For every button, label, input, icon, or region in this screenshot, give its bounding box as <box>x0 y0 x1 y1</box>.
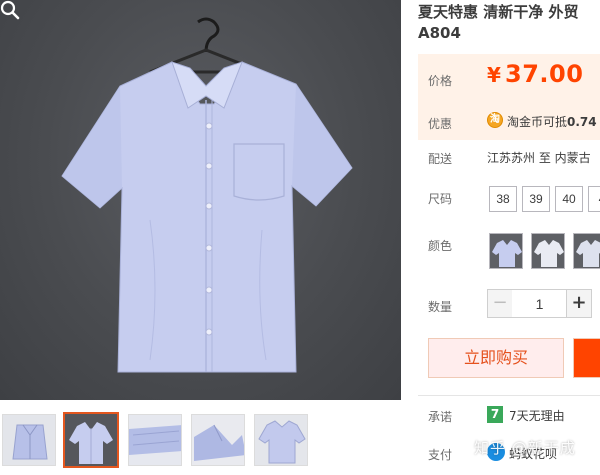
color-swatch-3[interactable] <box>573 233 600 269</box>
zoom-icon[interactable] <box>0 0 20 20</box>
product-title-line2: A804 <box>418 24 461 42</box>
add-to-cart-button[interactable] <box>573 338 600 378</box>
main-product-image[interactable] <box>0 0 401 400</box>
shirt-swatch-icon <box>532 234 564 268</box>
quantity-decrease-button[interactable]: − <box>487 289 513 318</box>
shipping-label: 配送 <box>428 152 453 166</box>
quantity-input[interactable] <box>512 289 567 318</box>
shirt-photo <box>61 17 353 373</box>
shirt-swatch-icon <box>490 234 522 268</box>
thumbnail-1[interactable] <box>2 414 56 466</box>
payment-label: 支付 <box>428 448 453 462</box>
thumbnail-3[interactable] <box>128 414 182 466</box>
promise-text[interactable]: 7天无理由 <box>509 407 565 424</box>
seven-day-return-icon: 7 <box>487 406 503 423</box>
promo-text-prefix: 淘金币可抵 <box>507 115 568 129</box>
price-currency-symbol: ¥ <box>487 63 501 87</box>
size-option-41[interactable]: 4 <box>588 186 600 212</box>
size-label: 尺码 <box>428 192 453 206</box>
fabric-detail-thumb <box>129 415 181 465</box>
buy-now-button[interactable]: 立即购买 <box>428 338 564 378</box>
thumbnail-2[interactable] <box>63 412 119 468</box>
product-title: 夏天特惠 清新干净 外贸 A804 <box>418 2 600 44</box>
color-swatch-1[interactable] <box>489 233 523 269</box>
collar-detail-thumb <box>192 415 244 465</box>
quantity-increase-button[interactable]: + <box>566 289 592 318</box>
size-option-38[interactable]: 38 <box>489 186 517 212</box>
promise-label: 承诺 <box>428 410 453 424</box>
promo-label: 优惠 <box>428 117 453 131</box>
shipping-destination[interactable]: 江苏苏州 至 内蒙古 <box>487 149 591 166</box>
quantity-label: 数量 <box>428 300 453 314</box>
thumbnail-5[interactable] <box>254 414 308 466</box>
product-title-line1: 夏天特惠 清新干净 外贸 <box>418 3 579 21</box>
folded-shirt-thumb <box>3 415 55 465</box>
price-label: 价格 <box>428 74 453 88</box>
shirt-front-thumb <box>65 414 117 466</box>
promo-text-amount: 0.74 <box>567 115 597 129</box>
color-label: 颜色 <box>428 239 453 253</box>
promo-text[interactable]: 淘金币可抵0.74 <box>507 113 597 130</box>
watermark: 知乎 @新干成 <box>474 439 576 457</box>
shirt-back-thumb <box>255 415 307 465</box>
divider <box>418 395 600 396</box>
taojinbi-coin-icon: 淘 <box>487 112 503 128</box>
thumbnail-4[interactable] <box>191 414 245 466</box>
shirt-swatch-icon <box>574 234 600 268</box>
size-option-39[interactable]: 39 <box>522 186 550 212</box>
price-value: 37.00 <box>505 60 584 88</box>
size-option-40[interactable]: 40 <box>555 186 583 212</box>
color-swatch-2[interactable] <box>531 233 565 269</box>
